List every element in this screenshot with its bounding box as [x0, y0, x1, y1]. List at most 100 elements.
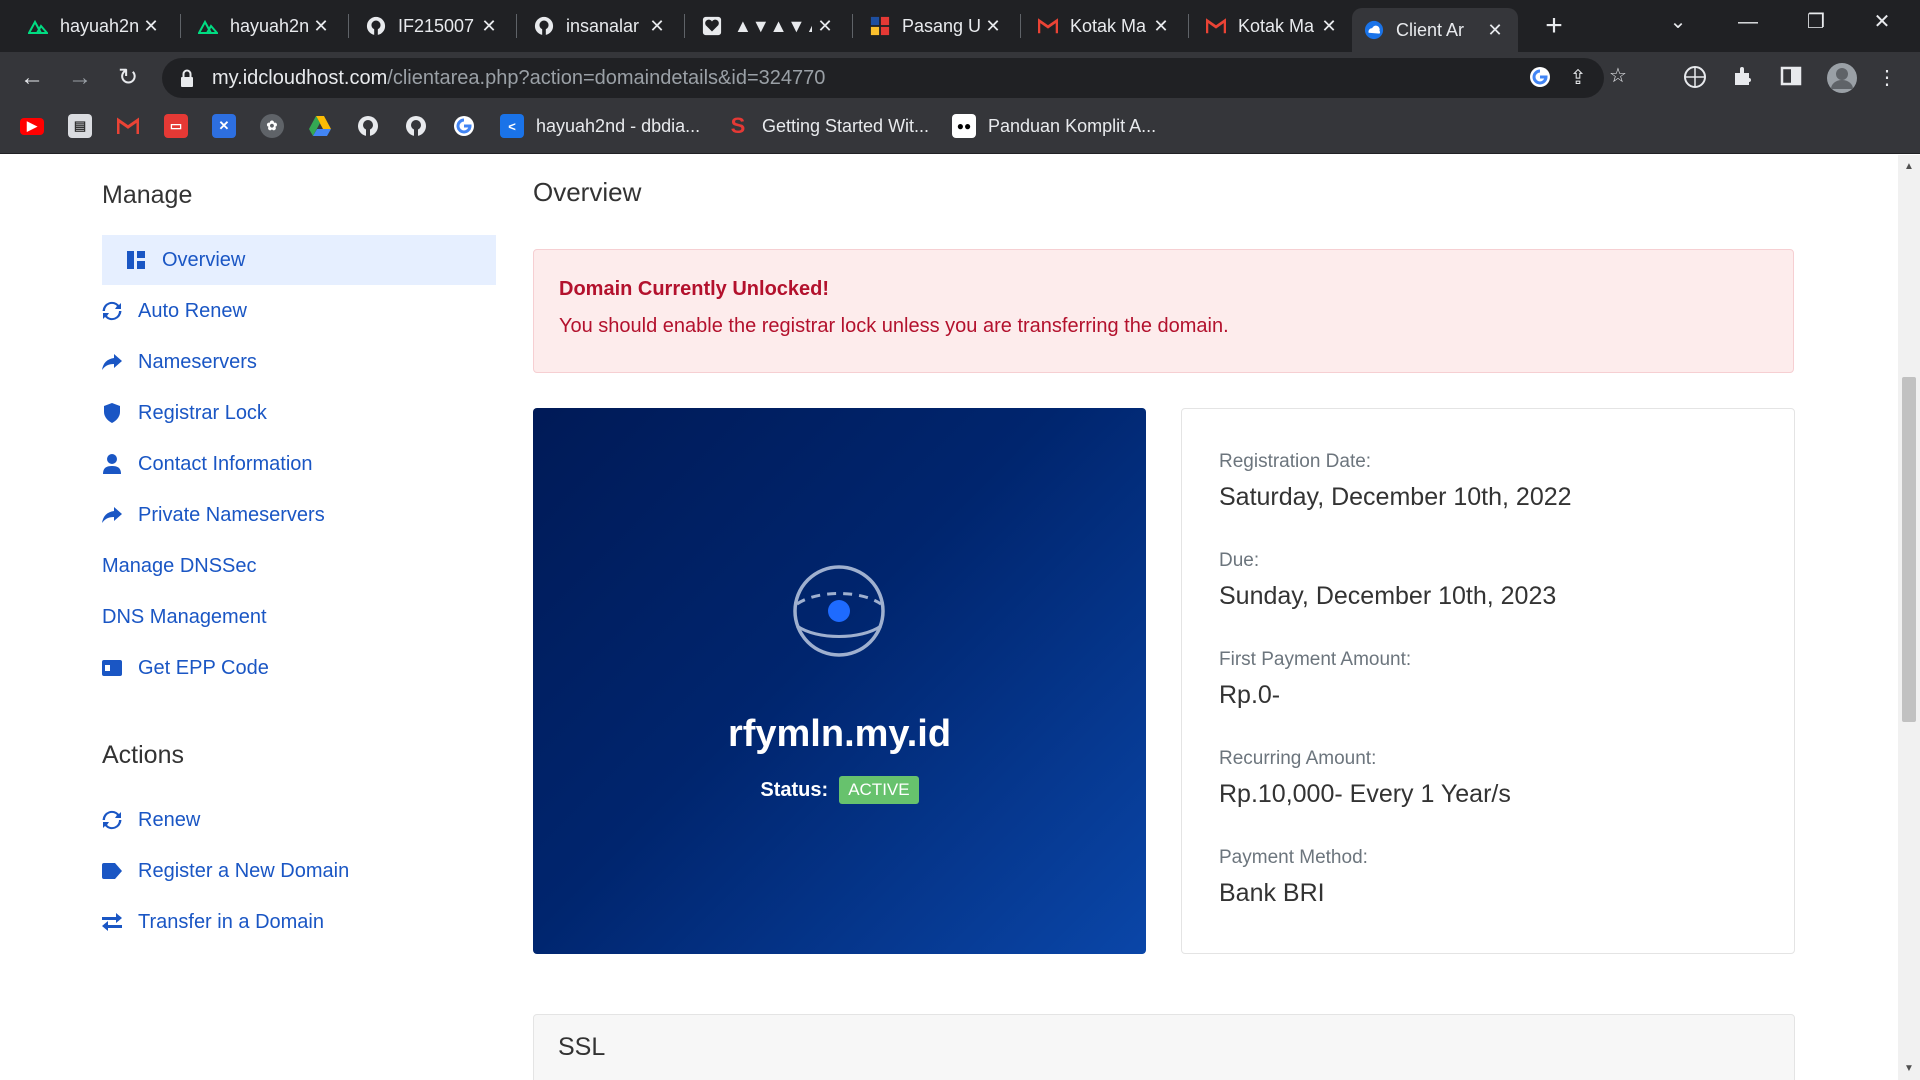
tag-icon: [102, 861, 122, 881]
first-payment-label: First Payment Amount:: [1219, 649, 1412, 670]
bookmark-github[interactable]: [404, 113, 428, 139]
browser-tab[interactable]: IF215007 ✕: [354, 8, 512, 44]
bookmark-dbdiagram[interactable]: < hayuah2nd - dbdia...: [500, 113, 700, 139]
tab-label: Kotak Ma: [1238, 15, 1315, 36]
extensions-icon[interactable]: [1730, 65, 1756, 91]
medium-icon: ●●: [952, 114, 976, 138]
sidebar-item-label: Get EPP Code: [138, 656, 269, 679]
sidebar-item-renew[interactable]: Renew: [102, 795, 200, 845]
close-icon[interactable]: ✕: [812, 16, 838, 37]
tab-separator: [684, 14, 685, 38]
close-icon[interactable]: ✕: [644, 16, 670, 37]
id-card-icon: [102, 658, 122, 678]
sidebar-item-manage-dnssec[interactable]: Manage DNSSec: [102, 541, 257, 591]
sidebar-item-get-epp-code[interactable]: Get EPP Code: [102, 643, 269, 693]
address-bar[interactable]: my.idcloudhost.com/clientarea.php?action…: [162, 58, 1627, 98]
sidebar-item-label: Transfer in a Domain: [138, 910, 324, 933]
globe-icon: [793, 565, 885, 657]
document-icon: ▤: [68, 114, 92, 138]
menu-icon[interactable]: ⋮: [1874, 65, 1900, 91]
close-icon[interactable]: ✕: [476, 16, 502, 37]
browser-tab-active[interactable]: Client Ar ✕: [1352, 8, 1518, 52]
close-icon[interactable]: ✕: [138, 16, 164, 37]
sidebar-item-nameservers[interactable]: Nameservers: [102, 337, 257, 387]
bookmark-getting-started[interactable]: S Getting Started Wit...: [726, 113, 929, 139]
browser-tab[interactable]: hayuah2nd ✕: [186, 8, 344, 44]
drive-icon: [308, 114, 332, 138]
browser-tab[interactable]: Pasang U ✕: [858, 8, 1016, 44]
sidebar-item-contact-information[interactable]: Contact Information: [102, 439, 313, 489]
browser-tab[interactable]: Kotak Ma ✕: [1194, 8, 1352, 44]
reload-icon[interactable]: ↻: [110, 60, 146, 96]
bookmark-item[interactable]: ✕: [212, 113, 236, 139]
sidebar-item-label: Auto Renew: [138, 299, 247, 322]
scroll-down-icon[interactable]: ▼: [1898, 1063, 1920, 1074]
bookmark-google[interactable]: [452, 113, 476, 139]
browser-tab[interactable]: ▲▼▲▼▲▼ ✕: [690, 8, 848, 44]
side-panel-icon[interactable]: [1778, 65, 1804, 91]
share-icon: <: [500, 114, 524, 138]
bookmark-github[interactable]: [356, 113, 380, 139]
bookmark-panduan[interactable]: ●● Panduan Komplit A...: [952, 113, 1156, 139]
due-date-value: Sunday, December 10th, 2023: [1219, 582, 1557, 610]
tab-label: IF215007: [398, 15, 475, 36]
nuxt-icon: [28, 16, 48, 36]
tab-separator: [1188, 14, 1189, 38]
forward-icon[interactable]: →: [62, 60, 98, 96]
alert-title: Domain Currently Unlocked!: [559, 278, 830, 300]
sidebar-item-private-nameservers[interactable]: Private Nameservers: [102, 490, 325, 540]
close-icon[interactable]: ✕: [308, 16, 334, 37]
sidebar-item-dns-management[interactable]: DNS Management: [102, 592, 267, 642]
bookmark-drive[interactable]: [308, 113, 332, 139]
sidebar-item-label: Register a New Domain: [138, 859, 350, 882]
sidebar-item-register-new-domain[interactable]: Register a New Domain: [102, 846, 349, 896]
gmail-icon: [1038, 16, 1058, 36]
new-tab-button[interactable]: +: [1536, 8, 1572, 44]
sidebar-item-overview[interactable]: Overview: [102, 235, 496, 285]
bookmark-item[interactable]: ▤: [68, 113, 92, 139]
shield-icon: [102, 403, 122, 423]
sidebar-item-label: Renew: [138, 808, 201, 831]
circle-app-icon: ✿: [260, 114, 284, 138]
page-scrollbar[interactable]: ▲ ▼: [1898, 155, 1920, 1080]
browser-tab[interactable]: hayuah2nd ✕: [16, 8, 174, 44]
scroll-thumb[interactable]: [1902, 377, 1916, 722]
close-icon[interactable]: ✕: [1482, 20, 1508, 41]
sidebar-item-label: DNS Management: [102, 605, 267, 628]
share-icon[interactable]: ⇪: [1566, 66, 1590, 90]
tab-search-icon[interactable]: ⌄: [1648, 0, 1708, 44]
scroll-up-icon[interactable]: ▲: [1898, 161, 1920, 172]
tab-separator: [180, 14, 181, 38]
browser-tab[interactable]: Kotak Ma ✕: [1026, 8, 1184, 44]
bookmark-youtube[interactable]: ▶: [20, 113, 44, 139]
bookmark-item[interactable]: ✿: [260, 113, 284, 139]
browser-tab[interactable]: insanalar ✕: [522, 8, 680, 44]
back-icon[interactable]: ←: [14, 60, 50, 96]
github-icon: [366, 16, 386, 36]
url-path: /clientarea.php?action=domaindetails&id=…: [387, 67, 826, 89]
user-icon: [102, 454, 122, 474]
close-icon[interactable]: ✕: [1316, 16, 1342, 37]
globe-extension-icon[interactable]: [1682, 65, 1708, 91]
window-close-icon[interactable]: ✕: [1852, 0, 1912, 44]
bookmark-label: hayuah2nd - dbdia...: [536, 115, 701, 136]
sidebar-item-auto-renew[interactable]: Auto Renew: [102, 286, 247, 336]
transfer-icon: [102, 912, 122, 932]
ssl-title: SSL: [558, 1033, 606, 1061]
bookmark-gmail[interactable]: [116, 113, 140, 139]
bookmark-item[interactable]: ▭: [164, 113, 188, 139]
close-icon[interactable]: ✕: [980, 16, 1006, 37]
actions-heading: Actions: [102, 741, 184, 769]
star-icon[interactable]: ☆: [1606, 64, 1630, 88]
sidebar-item-registrar-lock[interactable]: Registrar Lock: [102, 388, 267, 438]
restore-icon[interactable]: ❐: [1786, 0, 1846, 44]
close-icon[interactable]: ✕: [1148, 16, 1174, 37]
recurring-amount-value: Rp.10,000- Every 1 Year/s: [1219, 780, 1511, 808]
sidebar-item-transfer-domain[interactable]: Transfer in a Domain: [102, 897, 324, 947]
avatar[interactable]: [1826, 62, 1858, 94]
sidebar-item-label: Nameservers: [138, 350, 257, 373]
tab-label: hayuah2nd: [230, 15, 308, 36]
google-icon[interactable]: [1528, 66, 1552, 90]
alert-message: You should enable the registrar lock unl…: [559, 315, 1229, 337]
minimize-icon[interactable]: —: [1718, 0, 1778, 44]
